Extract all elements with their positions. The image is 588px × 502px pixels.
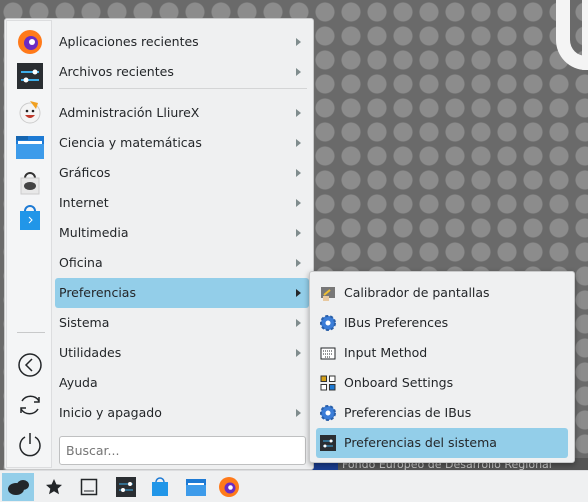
gear-icon bbox=[320, 315, 336, 331]
restart-icon[interactable] bbox=[15, 390, 45, 420]
submenu-item-label: Preferencias de IBus bbox=[344, 405, 472, 420]
software-store-icon[interactable] bbox=[15, 203, 45, 233]
submenu-item-input-method[interactable]: Input Method bbox=[316, 338, 568, 368]
folder-icon[interactable] bbox=[180, 473, 212, 501]
software-store-icon[interactable] bbox=[144, 473, 176, 501]
submenu-item-label: Calibrador de pantallas bbox=[344, 285, 490, 300]
menu-item-sistema[interactable]: Sistema bbox=[55, 308, 309, 338]
taskbar bbox=[0, 470, 588, 502]
search-input[interactable] bbox=[59, 436, 306, 465]
menu-item-label: Ayuda bbox=[59, 375, 98, 390]
chevron-right-icon bbox=[296, 409, 301, 417]
logout-icon[interactable] bbox=[15, 350, 45, 380]
chevron-right-icon bbox=[296, 199, 301, 207]
submenu-item-label: Onboard Settings bbox=[344, 375, 454, 390]
chevron-right-icon bbox=[296, 139, 301, 147]
chevron-right-icon bbox=[296, 68, 301, 76]
firefox-icon[interactable] bbox=[213, 473, 245, 501]
help-face-icon[interactable] bbox=[15, 96, 45, 126]
menu-item-ayuda[interactable]: Ayuda bbox=[55, 368, 309, 398]
submenu-item-calibrador[interactable]: Calibrador de pantallas bbox=[316, 278, 568, 308]
onboard-icon bbox=[320, 375, 336, 391]
application-menu: Aplicaciones recientes Archivos reciente… bbox=[4, 18, 314, 470]
wallpaper-logo bbox=[556, 0, 588, 70]
menu-item-multimedia[interactable]: Multimedia bbox=[55, 218, 309, 248]
show-desktop-icon[interactable] bbox=[73, 473, 105, 501]
menu-item-inicio-apagado[interactable]: Inicio y apagado bbox=[55, 398, 309, 428]
submenu-item-preferencias-ibus[interactable]: Preferencias de IBus bbox=[316, 398, 568, 428]
menu-item-internet[interactable]: Internet bbox=[55, 188, 309, 218]
menu-item-oficina[interactable]: Oficina bbox=[55, 248, 309, 278]
keyboard-icon bbox=[320, 347, 336, 360]
calibrate-icon bbox=[321, 287, 335, 301]
chevron-right-icon bbox=[296, 319, 301, 327]
menu-item-label: Utilidades bbox=[59, 345, 122, 360]
submenu-item-preferencias-sistema[interactable]: Preferencias del sistema bbox=[316, 428, 568, 458]
chevron-right-icon bbox=[296, 38, 301, 46]
menu-divider bbox=[59, 88, 307, 89]
bag-lock-icon[interactable] bbox=[15, 167, 45, 197]
folder-icon[interactable] bbox=[15, 132, 45, 162]
submenu-item-onboard-settings[interactable]: Onboard Settings bbox=[316, 368, 568, 398]
menu-item-ciencia[interactable]: Ciencia y matemáticas bbox=[55, 128, 309, 158]
system-settings-icon[interactable] bbox=[15, 61, 45, 91]
menu-item-label: Sistema bbox=[59, 315, 110, 330]
chevron-right-icon bbox=[296, 169, 301, 177]
chevron-right-icon bbox=[296, 289, 301, 297]
launcher-icon[interactable] bbox=[2, 473, 34, 501]
chevron-right-icon bbox=[296, 109, 301, 117]
menu-item-label: Archivos recientes bbox=[59, 64, 174, 79]
menu-item-label: Administración LliureX bbox=[59, 105, 200, 120]
menu-item-label: Inicio y apagado bbox=[59, 405, 162, 420]
menu-item-aplicaciones-recientes[interactable]: Aplicaciones recientes bbox=[55, 27, 309, 57]
preferencias-submenu: Calibrador de pantallas IBus Preferences… bbox=[309, 271, 575, 463]
menu-item-administracion-lliurex[interactable]: Administración LliureX bbox=[55, 98, 309, 128]
menu-item-preferencias[interactable]: Preferencias bbox=[55, 278, 309, 308]
menu-item-archivos-recientes[interactable]: Archivos recientes bbox=[55, 57, 309, 87]
submenu-item-label: IBus Preferences bbox=[344, 315, 449, 330]
menu-item-utilidades[interactable]: Utilidades bbox=[55, 338, 309, 368]
system-settings-icon[interactable] bbox=[110, 473, 142, 501]
shutdown-icon[interactable] bbox=[15, 429, 45, 459]
menu-item-label: Gráficos bbox=[59, 165, 111, 180]
menu-item-label: Aplicaciones recientes bbox=[59, 34, 199, 49]
favorites-sidebar bbox=[6, 20, 52, 468]
menu-item-label: Preferencias bbox=[59, 285, 136, 300]
chevron-right-icon bbox=[296, 229, 301, 237]
menu-item-label: Ciencia y matemáticas bbox=[59, 135, 202, 150]
submenu-item-label: Preferencias del sistema bbox=[344, 435, 497, 450]
submenu-item-label: Input Method bbox=[344, 345, 428, 360]
firefox-icon[interactable] bbox=[15, 27, 45, 57]
chevron-right-icon bbox=[296, 259, 301, 267]
chevron-right-icon bbox=[296, 349, 301, 357]
favorites-star-icon[interactable] bbox=[38, 473, 70, 501]
menu-item-label: Oficina bbox=[59, 255, 103, 270]
menu-item-label: Multimedia bbox=[59, 225, 129, 240]
system-settings-icon bbox=[320, 435, 336, 451]
sidebar-divider bbox=[17, 332, 45, 333]
menu-item-label: Internet bbox=[59, 195, 109, 210]
submenu-item-ibus-preferences[interactable]: IBus Preferences bbox=[316, 308, 568, 338]
menu-item-graficos[interactable]: Gráficos bbox=[55, 158, 309, 188]
gear-icon bbox=[320, 405, 336, 421]
